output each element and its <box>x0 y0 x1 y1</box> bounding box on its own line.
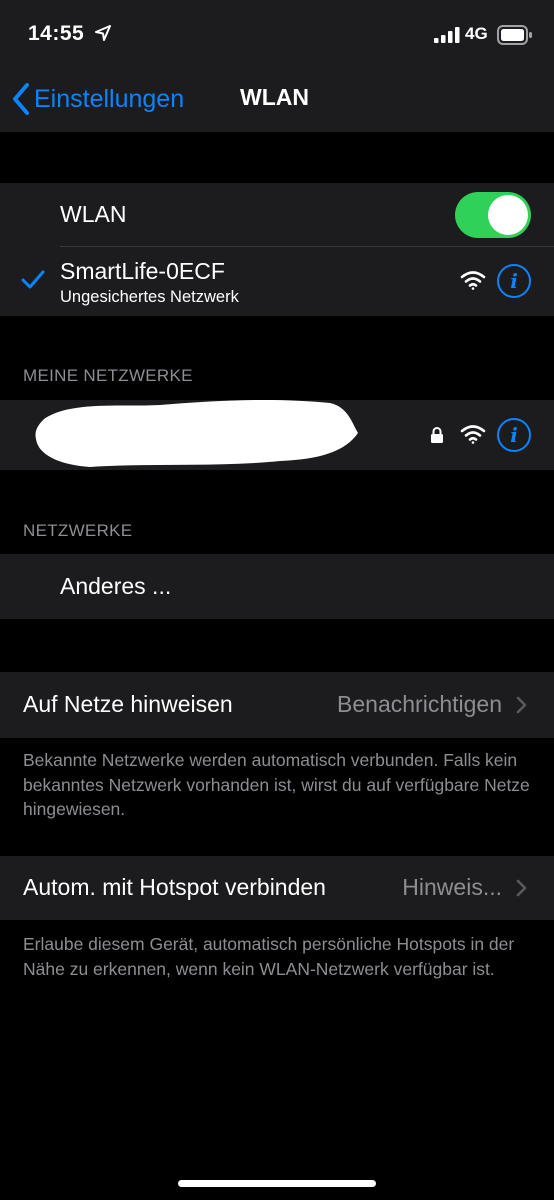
chevron-right-icon <box>516 879 527 897</box>
auto-hotspot-footer: Erlaube diesem Gerät, automatisch persön… <box>23 934 515 979</box>
checkmark-icon <box>21 270 45 289</box>
auto-hotspot-label: Autom. mit Hotspot verbinden <box>23 874 326 900</box>
page-title: WLAN <box>240 84 309 110</box>
chevron-left-icon <box>13 83 29 115</box>
home-indicator[interactable] <box>178 1180 376 1187</box>
chevron-right-icon <box>516 696 527 714</box>
toggle-knob <box>488 195 528 235</box>
other-network-label: Anderes ... <box>60 573 172 599</box>
section-header-my-networks: MEINE NETZWERKE <box>23 366 193 385</box>
wifi-signal-icon <box>460 425 486 444</box>
wlan-toggle[interactable] <box>455 192 531 238</box>
location-arrow-icon <box>95 25 111 41</box>
info-icon[interactable]: i <box>497 418 531 452</box>
auto-hotspot-value: Hinweis... <box>402 874 502 900</box>
connected-network-name: SmartLife-0ECF <box>60 258 225 284</box>
ask-to-join-label: Auf Netze hinweisen <box>23 691 233 717</box>
wlan-toggle-label: WLAN <box>60 201 127 227</box>
ask-to-join-value: Benachrichtigen <box>337 691 502 717</box>
back-label: Einstellungen <box>34 84 185 113</box>
info-icon[interactable]: i <box>497 264 531 298</box>
status-time: 14:55 <box>28 22 85 45</box>
wifi-signal-icon <box>460 271 486 290</box>
battery-icon <box>497 25 532 45</box>
ask-to-join-footer: Bekannte Netzwerke werden automatisch ve… <box>23 750 530 819</box>
lock-icon <box>431 427 443 443</box>
redacted-network-name <box>35 399 359 467</box>
section-header-networks: NETZWERKE <box>23 521 133 540</box>
cellular-signal-icon <box>434 27 460 43</box>
connected-network-subtitle: Ungesichertes Netzwerk <box>60 288 239 306</box>
network-type-label: 4G <box>465 24 488 43</box>
back-button[interactable]: Einstellungen <box>12 80 184 118</box>
